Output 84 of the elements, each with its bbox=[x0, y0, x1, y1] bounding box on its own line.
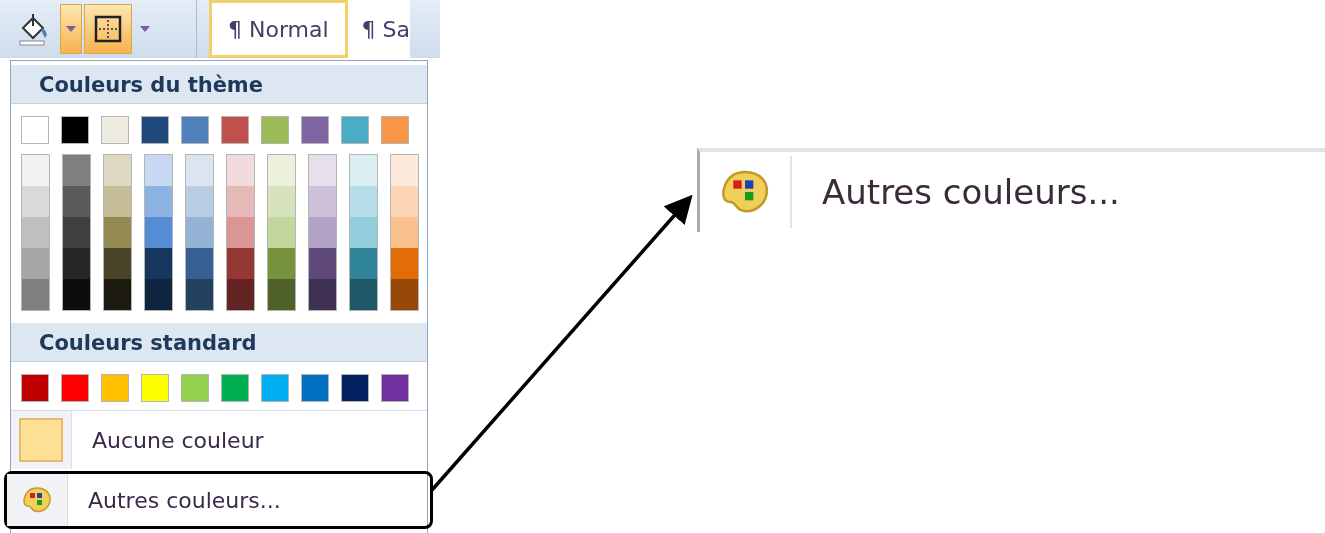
dropdown-button[interactable] bbox=[60, 4, 82, 54]
color-swatch[interactable] bbox=[227, 155, 254, 186]
color-swatch[interactable] bbox=[350, 217, 377, 248]
color-swatch[interactable] bbox=[261, 116, 289, 144]
color-swatch[interactable] bbox=[186, 217, 213, 248]
color-swatch[interactable] bbox=[61, 116, 89, 144]
color-swatch[interactable] bbox=[391, 248, 418, 279]
color-swatch[interactable] bbox=[63, 186, 90, 217]
color-swatch[interactable] bbox=[145, 248, 172, 279]
color-swatch[interactable] bbox=[61, 374, 89, 402]
color-swatch[interactable] bbox=[181, 116, 209, 144]
color-swatch[interactable] bbox=[309, 155, 336, 186]
color-swatch[interactable] bbox=[381, 116, 409, 144]
color-swatch[interactable] bbox=[391, 155, 418, 186]
color-swatch[interactable] bbox=[22, 248, 49, 279]
color-swatch[interactable] bbox=[268, 155, 295, 186]
color-swatch[interactable] bbox=[301, 374, 329, 402]
color-swatch[interactable] bbox=[145, 186, 172, 217]
color-swatch[interactable] bbox=[21, 374, 49, 402]
color-swatch[interactable] bbox=[22, 186, 49, 217]
color-swatch[interactable] bbox=[268, 279, 295, 310]
color-swatch[interactable] bbox=[391, 279, 418, 310]
color-swatch[interactable] bbox=[63, 279, 90, 310]
color-swatch[interactable] bbox=[63, 217, 90, 248]
empty-swatch-icon bbox=[19, 418, 63, 462]
color-swatch[interactable] bbox=[268, 186, 295, 217]
color-swatch[interactable] bbox=[227, 186, 254, 217]
color-swatch[interactable] bbox=[104, 248, 131, 279]
section-header: Couleurs standard bbox=[11, 323, 427, 362]
color-swatch[interactable] bbox=[22, 217, 49, 248]
style-gallery-item[interactable]: ¶ Normal bbox=[209, 0, 348, 58]
color-swatch[interactable] bbox=[391, 186, 418, 217]
color-swatch[interactable] bbox=[227, 279, 254, 310]
color-swatch[interactable] bbox=[181, 374, 209, 402]
color-swatch[interactable] bbox=[63, 155, 90, 186]
color-swatch[interactable] bbox=[186, 248, 213, 279]
color-swatch[interactable] bbox=[186, 186, 213, 217]
color-swatch[interactable] bbox=[141, 116, 169, 144]
menu-item[interactable]: Autres couleurs... bbox=[4, 471, 433, 529]
color-swatch[interactable] bbox=[101, 116, 129, 144]
caret-icon bbox=[140, 26, 150, 32]
color-swatch[interactable] bbox=[341, 116, 369, 144]
color-swatch[interactable] bbox=[268, 248, 295, 279]
color-swatch[interactable] bbox=[350, 186, 377, 217]
borders-icon bbox=[94, 15, 122, 43]
color-swatch[interactable] bbox=[186, 279, 213, 310]
color-swatch[interactable] bbox=[268, 217, 295, 248]
color-swatch[interactable] bbox=[227, 217, 254, 248]
section-header: Couleurs du thème bbox=[11, 65, 427, 104]
color-swatch[interactable] bbox=[391, 217, 418, 248]
color-swatch[interactable] bbox=[145, 217, 172, 248]
color-swatch[interactable] bbox=[381, 374, 409, 402]
color-swatch[interactable] bbox=[186, 155, 213, 186]
color-swatch[interactable] bbox=[261, 374, 289, 402]
color-swatch[interactable] bbox=[309, 279, 336, 310]
color-swatch[interactable] bbox=[141, 374, 169, 402]
color-swatch[interactable] bbox=[22, 279, 49, 310]
color-swatch[interactable] bbox=[341, 374, 369, 402]
color-swatch[interactable] bbox=[145, 155, 172, 186]
caret-icon bbox=[66, 26, 76, 32]
color-swatch[interactable] bbox=[104, 186, 131, 217]
style-gallery-item[interactable]: ¶ Sa bbox=[347, 0, 411, 58]
borders-button[interactable] bbox=[84, 4, 132, 54]
color-swatch[interactable] bbox=[22, 155, 49, 186]
color-swatch[interactable] bbox=[350, 155, 377, 186]
color-swatch[interactable] bbox=[309, 217, 336, 248]
color-swatch[interactable] bbox=[104, 155, 131, 186]
color-swatch[interactable] bbox=[227, 248, 254, 279]
color-swatch[interactable] bbox=[221, 116, 249, 144]
color-swatch[interactable] bbox=[104, 217, 131, 248]
color-swatch[interactable] bbox=[301, 116, 329, 144]
palette-icon bbox=[22, 486, 52, 514]
color-swatch[interactable] bbox=[309, 186, 336, 217]
color-swatch[interactable] bbox=[104, 279, 131, 310]
color-swatch[interactable] bbox=[145, 279, 172, 310]
menu-item[interactable]: Aucune couleur bbox=[11, 410, 427, 469]
color-swatch[interactable] bbox=[350, 248, 377, 279]
menu-item-label: Autres couleurs... bbox=[822, 172, 1120, 212]
color-swatch[interactable] bbox=[63, 248, 90, 279]
color-swatch[interactable] bbox=[309, 248, 336, 279]
color-swatch[interactable] bbox=[350, 279, 377, 310]
color-swatch[interactable] bbox=[101, 374, 129, 402]
color-swatch[interactable] bbox=[21, 116, 49, 144]
color-swatch[interactable] bbox=[221, 374, 249, 402]
